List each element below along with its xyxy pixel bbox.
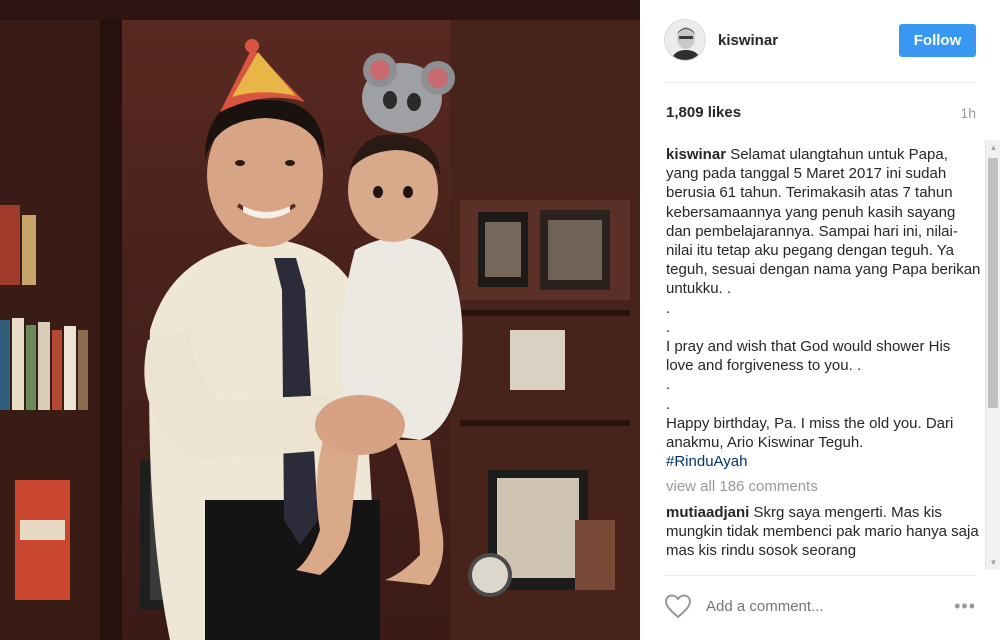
view-all-comments-link[interactable]: view all 186 comments: [666, 477, 981, 496]
comment-username[interactable]: mutiaadjani: [666, 504, 749, 521]
caption-text-4: I pray and wish that God would shower Hi…: [666, 338, 955, 375]
likes-count[interactable]: 1,809 likes: [666, 104, 741, 121]
caption-text-2: .: [666, 299, 671, 317]
likes-row: 1,809 likes 1h: [666, 104, 976, 121]
caption-username[interactable]: kiswinar: [666, 146, 726, 163]
scroll-up-arrow-icon[interactable]: ▲: [986, 140, 1000, 155]
caption: kiswinar Selamat ulangtahun untuk Papa, …: [666, 145, 981, 471]
header-divider: [664, 82, 976, 83]
caption-text-1: Selamat ulangtahun untuk Papa, yang pada…: [666, 146, 981, 298]
comments-scrollbar[interactable]: ▲ ▼: [985, 140, 1000, 570]
ellipsis-icon[interactable]: •••: [954, 596, 976, 617]
heart-outline-icon[interactable]: [664, 593, 692, 619]
caption-text-6: .: [666, 395, 671, 413]
comment-item: mutiaadjani Skrg saya mengerti. Mas kis …: [666, 503, 981, 561]
comments-list[interactable]: kiswinar Selamat ulangtahun untuk Papa, …: [666, 145, 981, 570]
scroll-down-arrow-icon[interactable]: ▼: [986, 555, 1000, 570]
follow-button[interactable]: Follow: [899, 23, 976, 57]
post-timestamp[interactable]: 1h: [960, 105, 976, 121]
post-side-panel: kiswinar Follow 1,809 likes 1h kiswinar …: [640, 0, 1000, 640]
post-header: kiswinar Follow: [664, 16, 976, 64]
caption-text-3: .: [666, 318, 671, 336]
caption-text-5: .: [666, 376, 671, 394]
footer-divider: [664, 575, 976, 576]
photo-illustration: [0, 0, 640, 640]
caption-text-7: Happy birthday, Pa. I miss the old you. …: [666, 414, 958, 452]
author-username[interactable]: kiswinar: [718, 32, 778, 49]
caption-hashtag[interactable]: #RinduAyah: [666, 452, 981, 471]
post-photo[interactable]: [0, 0, 640, 640]
avatar[interactable]: [664, 19, 706, 61]
scrollbar-thumb[interactable]: [988, 158, 998, 408]
post-footer: •••: [664, 590, 976, 622]
add-comment-input[interactable]: [706, 597, 955, 615]
avatar-image: [665, 20, 705, 60]
